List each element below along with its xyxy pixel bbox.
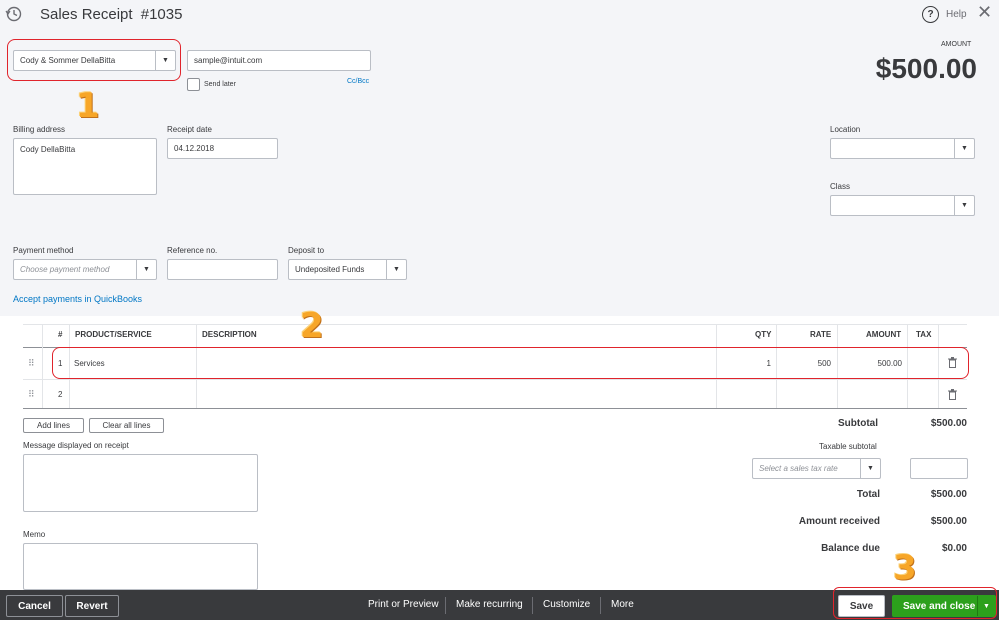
deposit-to-select[interactable]: Undeposited Funds ▼ bbox=[288, 259, 407, 280]
annotation-1: 1 bbox=[76, 86, 100, 126]
tax-amount-field[interactable] bbox=[910, 458, 968, 479]
history-icon[interactable] bbox=[4, 5, 24, 23]
reference-field[interactable] bbox=[167, 259, 278, 280]
more-link[interactable]: More bbox=[611, 599, 634, 610]
col-header-num: # bbox=[58, 330, 63, 339]
class-select[interactable]: ▼ bbox=[830, 195, 975, 216]
col-header-tax: TAX bbox=[916, 330, 932, 339]
subtotal-value: $500.00 bbox=[930, 418, 967, 429]
billing-address-value: Cody DellaBitta bbox=[20, 145, 76, 154]
col-header-description: DESCRIPTION bbox=[202, 330, 257, 339]
chevron-down-icon: ▼ bbox=[954, 139, 974, 158]
tax-rate-select[interactable]: Select a sales tax rate ▼ bbox=[752, 458, 881, 479]
taxable-subtotal-label: Taxable subtotal bbox=[819, 442, 877, 451]
table-bottom-border bbox=[23, 408, 967, 409]
receipt-date-field[interactable]: 04.12.2018 bbox=[167, 138, 278, 159]
chevron-down-icon: ▼ bbox=[136, 260, 156, 279]
billing-address-field[interactable]: Cody DellaBitta bbox=[13, 138, 157, 195]
page-title: Sales Receipt #1035 bbox=[40, 6, 182, 23]
send-later-checkbox[interactable] bbox=[187, 78, 200, 91]
send-later-label: Send later bbox=[204, 81, 236, 88]
message-label: Message displayed on receipt bbox=[23, 441, 129, 450]
drag-handle-icon[interactable]: ⠿ bbox=[28, 389, 35, 400]
help-label: Help bbox=[946, 8, 967, 20]
balance-due-label: Balance due bbox=[821, 543, 880, 554]
footer-separator bbox=[600, 597, 601, 614]
col-header-qty: QTY bbox=[755, 330, 772, 339]
print-preview-link[interactable]: Print or Preview bbox=[368, 599, 439, 610]
total-label: Total bbox=[856, 489, 880, 500]
accept-payments-link[interactable]: Accept payments in QuickBooks bbox=[13, 294, 142, 304]
chevron-down-icon: ▼ bbox=[860, 459, 880, 478]
memo-field[interactable] bbox=[23, 543, 258, 590]
tax-rate-placeholder: Select a sales tax rate bbox=[759, 464, 838, 473]
memo-label: Memo bbox=[23, 530, 46, 539]
cancel-button[interactable]: Cancel bbox=[6, 595, 63, 617]
add-lines-button[interactable]: Add lines bbox=[23, 418, 84, 433]
revert-button[interactable]: Revert bbox=[65, 595, 119, 617]
table-row[interactable]: ⠿ 2 bbox=[23, 380, 967, 408]
chevron-down-icon: ▼ bbox=[954, 196, 974, 215]
total-value: $500.00 bbox=[930, 489, 967, 500]
billing-address-label: Billing address bbox=[13, 125, 66, 134]
payment-method-placeholder: Choose payment method bbox=[20, 265, 110, 274]
chevron-down-icon: ▼ bbox=[386, 260, 406, 279]
highlight-box-line-item bbox=[52, 347, 969, 379]
payment-method-label: Payment method bbox=[13, 246, 74, 255]
row-number: 2 bbox=[58, 390, 63, 399]
deposit-to-value: Undeposited Funds bbox=[295, 265, 365, 274]
receipt-number: #1035 bbox=[140, 6, 183, 23]
trash-icon[interactable] bbox=[948, 389, 957, 402]
annotation-3: 3 bbox=[893, 548, 917, 588]
receipt-date-value: 04.12.2018 bbox=[174, 144, 215, 153]
location-select[interactable]: ▼ bbox=[830, 138, 975, 159]
payment-method-select[interactable]: Choose payment method ▼ bbox=[13, 259, 157, 280]
reference-label: Reference no. bbox=[167, 246, 218, 255]
message-field[interactable] bbox=[23, 454, 258, 512]
amount-value: $500.00 bbox=[875, 53, 977, 84]
make-recurring-link[interactable]: Make recurring bbox=[456, 599, 523, 610]
highlight-box-customer bbox=[7, 39, 181, 81]
annotation-2: 2 bbox=[300, 306, 324, 346]
cc-bcc-link[interactable]: Cc/Bcc bbox=[347, 78, 369, 85]
subtotal-label: Subtotal bbox=[838, 418, 878, 429]
table-header-top-border bbox=[23, 324, 967, 325]
help-button[interactable]: ? Help bbox=[922, 5, 967, 23]
balance-due-value: $0.00 bbox=[941, 543, 967, 554]
col-header-amount: AMOUNT bbox=[866, 330, 902, 339]
highlight-box-save bbox=[833, 587, 997, 619]
footer-separator bbox=[532, 597, 533, 614]
question-circle-icon: ? bbox=[922, 5, 939, 23]
email-field[interactable]: sample@intuit.com bbox=[187, 50, 371, 71]
clear-all-lines-button[interactable]: Clear all lines bbox=[89, 418, 164, 433]
amount-received-value: $500.00 bbox=[930, 516, 967, 527]
close-icon[interactable]: ✕ bbox=[977, 2, 992, 23]
col-header-rate: RATE bbox=[810, 330, 832, 339]
receipt-date-label: Receipt date bbox=[167, 125, 212, 134]
page-title-text: Sales Receipt bbox=[40, 6, 133, 23]
email-value: sample@intuit.com bbox=[194, 56, 263, 65]
location-label: Location bbox=[830, 125, 861, 134]
amount-received-label: Amount received bbox=[798, 516, 880, 527]
drag-handle-icon[interactable]: ⠿ bbox=[28, 358, 35, 369]
class-label: Class bbox=[830, 182, 851, 191]
footer-separator bbox=[445, 597, 446, 614]
customize-link[interactable]: Customize bbox=[543, 599, 590, 610]
amount-label: AMOUNT bbox=[941, 41, 972, 48]
col-header-product: PRODUCT/SERVICE bbox=[75, 330, 152, 339]
deposit-to-label: Deposit to bbox=[288, 246, 325, 255]
